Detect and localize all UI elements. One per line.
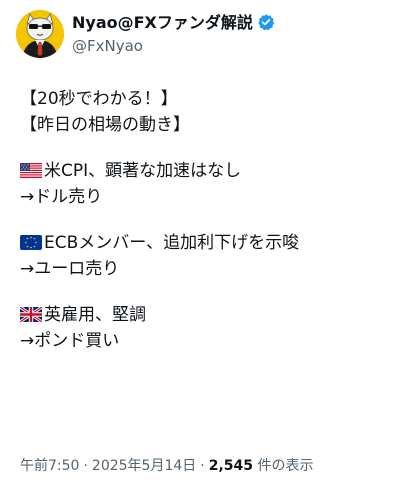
views-label: 件の表示 xyxy=(253,458,314,474)
author-block: Nyao@FXファンダ解説 @FxNyao xyxy=(72,13,275,56)
post-line-text: ECBメンバー、追加利下げを示唆 xyxy=(44,233,300,253)
post-line: →ポンド買い xyxy=(20,331,120,351)
post-line: 【20秒でわかる！】 xyxy=(20,89,178,109)
post-line-text: 英雇用、堅調 xyxy=(44,305,146,325)
views-count: 2,545 xyxy=(208,458,254,474)
post-line: →ドル売り xyxy=(20,187,103,207)
author-handle[interactable]: @FxNyao xyxy=(72,36,275,56)
post-line: 【昨日の相場の動き】 xyxy=(20,115,190,135)
post-line: →ユーロ売り xyxy=(20,259,120,279)
post-line-eu: ECBメンバー、追加利下げを示唆 xyxy=(20,230,400,256)
author-display-name-text[interactable]: Nyao@FXファンダ解説 xyxy=(72,13,253,32)
post-time[interactable]: 午前7:50 xyxy=(20,458,79,474)
meta-separator: · xyxy=(83,458,88,474)
uk-flag-icon xyxy=(19,304,43,324)
post-date[interactable]: 2025年5月14日 xyxy=(92,458,196,474)
post-line-uk: 英雇用、堅調 xyxy=(19,302,400,328)
eu-flag-icon xyxy=(20,232,42,250)
post-line-us: 米CPI、顕著な加速はなし xyxy=(20,158,400,184)
post-line-text: 米CPI、顕著な加速はなし xyxy=(44,161,242,181)
author-display-name[interactable]: Nyao@FXファンダ解説 xyxy=(72,13,275,33)
post-header: Nyao@FXファンダ解説 @FxNyao xyxy=(16,10,396,62)
verified-badge-icon[interactable] xyxy=(257,13,275,31)
post-meta: 午前7:50 · 2025年5月14日 · 2,545 件の表示 xyxy=(20,456,313,476)
us-flag-icon xyxy=(20,160,42,178)
meta-separator: · xyxy=(200,458,205,474)
cat-avatar-icon[interactable] xyxy=(16,10,64,58)
post-text: 【20秒でわかる！】 【昨日の相場の動き】 米CPI、顕著な加速はなし →ドル売… xyxy=(19,86,400,354)
